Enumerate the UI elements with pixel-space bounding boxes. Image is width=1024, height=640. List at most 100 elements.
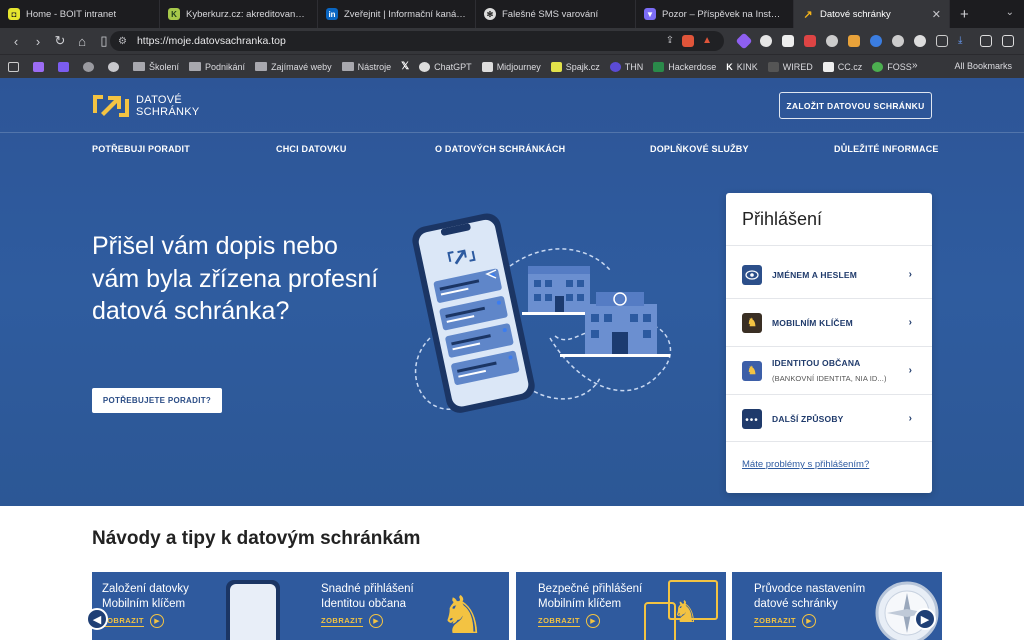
new-tab-icon[interactable]: + [960,6,969,23]
nav-item-want-mailbox[interactable]: CHCI DATOVKU [276,144,347,154]
apps-icon[interactable] [8,61,23,72]
tip-card[interactable]: Průvodce nastavením datové schránky ZOBR… [732,572,942,640]
puzzle-icon[interactable] [936,35,948,47]
bookmark-label: Podnikání [205,61,246,72]
tip-card[interactable]: Založení datovky Mobilním klíčem ZOBRAZI… [92,572,302,640]
tip-card-button[interactable]: ZOBRAZIT ▶ [321,614,383,628]
extension-icon[interactable] [826,35,838,47]
bookmark-foss[interactable]: FOSS [872,61,912,72]
create-mailbox-button[interactable]: ZALOŽIT DATOVOU SCHRÁNKU [779,92,932,119]
login-option-other[interactable]: ••• DALŠÍ ZPŮSOBY › [726,395,932,442]
bookmark-midjourney[interactable]: Midjourney [481,61,541,72]
all-bookmarks[interactable]: All Bookmarks [954,61,1012,71]
forward-icon[interactable]: › [28,34,48,49]
bookmark-folder-zajimave-weby[interactable]: Zajímavé weby [255,62,332,72]
extension-icon[interactable] [760,35,772,47]
brave-rewards-icon[interactable]: ▲ [702,35,712,47]
extension-icon[interactable] [804,35,816,47]
bookmark-folder-nastroje[interactable]: Nástroje [341,62,391,72]
folder-icon [341,62,354,71]
more-bookmarks-icon[interactable]: » [912,60,918,71]
extension-icon[interactable] [914,35,926,47]
wallet-icon[interactable] [1002,35,1014,47]
download-icon[interactable]: ⤓ [958,35,970,47]
bookmark-chatgpt[interactable]: ChatGPT [419,61,472,72]
bookmark-label: Zajímavé weby [271,61,332,72]
tab-boit[interactable]: ◘ Home - BOIT intranet [0,0,160,28]
bookmark-kink[interactable]: K KINK [726,62,758,72]
extension-icon[interactable] [735,32,753,50]
bookmark-label: CC.cz [837,61,863,72]
tab-linkedin[interactable]: in Zveřejnit | Informační kanál | Link [318,0,476,28]
extension-icon[interactable] [848,35,860,47]
reload-icon[interactable]: ↻ [50,33,70,49]
compass-icon [875,581,939,640]
folder-icon [133,62,145,71]
tips-carousel: Založení datovky Mobilním klíčem ZOBRAZI… [92,572,942,640]
tip-card-title: Snadné přihlášení Identitou občana [321,582,414,612]
tip-card-title-line2: datové schránky [754,598,838,610]
login-option-label: JMÉNEM A HESLEM [772,269,858,280]
tip-card-title: Založení datovky Mobilním klíčem [102,582,189,612]
tip-card-title: Průvodce nastavením datové schránky [754,582,865,612]
tab-sms[interactable]: ✻ Falešné SMS varování [476,0,636,28]
login-option-password[interactable]: JMÉNEM A HESLEM › [726,251,932,298]
tip-card-button[interactable]: ZOBRAZIT ▶ [102,614,164,628]
logo-mark-icon [93,95,129,117]
tip-card[interactable]: Bezpečné přihlášení Mobilním klíčem ZOBR… [516,572,726,640]
nav-item-important-info[interactable]: DŮLEŽITÉ INFORMACE [834,144,939,154]
tab-title: Falešné SMS varování [502,8,599,20]
address-bar[interactable]: ⚙ https://moje.datovsachranka.top ⇪ ▲ [110,31,724,51]
tip-card-title-line2: Mobilním klíčem [538,598,622,610]
tab-datove-schranky[interactable]: ↗ Datové schránky ✕ [794,0,950,28]
bookmark-cc[interactable]: CC.cz [822,61,863,72]
bookmark-hackerdose[interactable]: Hackerdose [653,61,716,72]
login-help-link[interactable]: Máte problémy s přihlášením? [742,459,869,470]
login-option-sublabel: (BANKOVNÍ IDENTITA, NIA ID...) [772,374,887,383]
need-advice-button[interactable]: POTŘEBUJETE PORADIT? [92,388,222,413]
logo-text: DATOVÉ SCHRÁNKY [136,94,200,118]
nav-item-about[interactable]: O DATOVÝCH SCHRÁNKÁCH [435,144,565,154]
datove-schranky-icon: ↗ [803,8,813,21]
gmail-icon[interactable] [33,61,48,72]
carousel-next-button[interactable]: ▶ [914,608,936,630]
shield-icon: ▼ [644,8,656,20]
tab-instagram[interactable]: ▼ Pozor – Příspěvek na Instagramu [636,0,794,28]
nav-item-services[interactable]: DOPLŇKOVÉ SLUŽBY [650,144,749,154]
site-logo[interactable]: DATOVÉ SCHRÁNKY [92,94,200,118]
page-content: DATOVÉ SCHRÁNKY ZALOŽIT DATOVOU SCHRÁNKU… [0,78,1024,640]
login-option-mobile-key[interactable]: ♞ MOBILNÍM KLÍČEM › [726,299,932,346]
home-icon[interactable]: ⌂ [72,34,92,49]
carousel-prev-button[interactable]: ◀ [86,608,108,630]
x-icon[interactable]: 𝕏 [401,61,409,72]
share-icon[interactable]: ⇪ [666,35,674,47]
sidebar-icon[interactable] [980,35,992,47]
brave-shield-icon[interactable] [682,35,695,47]
chevron-right-icon: › [908,365,912,376]
bookmark-thn[interactable]: THN [609,61,643,72]
foss-icon [872,61,884,72]
back-icon[interactable]: ‹ [6,34,26,49]
tab-kyberkurz[interactable]: K Kyberkurz.cz: akreditovaný on-li [160,0,318,28]
tip-card-button[interactable]: ZOBRAZIT ▶ [754,614,816,628]
hero-illustration [412,213,672,413]
hackerdose-icon [653,61,665,72]
bookmark-wired[interactable]: WIRED [767,61,813,72]
bookmark-spajk[interactable]: Spajk.cz [550,61,600,72]
purple-icon[interactable] [58,61,73,72]
extension-icon[interactable] [782,35,794,47]
bookmark-folder-skoleni[interactable]: Školení [133,62,179,72]
tab-search-chevron-icon[interactable]: ⌄ [1006,7,1014,18]
ghost-icon[interactable] [108,61,123,72]
login-option-citizen-identity[interactable]: ♞ IDENTITOU OBČANA (BANKOVNÍ IDENTITA, N… [726,347,932,394]
alien-icon[interactable] [83,61,98,72]
tip-card-title-line1: Snadné přihlášení [321,583,414,595]
bookmark-folder-podnikani[interactable]: Podnikání [189,62,245,72]
extension-icon[interactable] [892,35,904,47]
extension-icon[interactable] [870,35,882,47]
close-tab-icon[interactable]: ✕ [932,8,941,21]
nav-item-advise[interactable]: POTŘEBUJI PORADIT [92,144,190,154]
site-settings-icon[interactable]: ⚙ [118,36,127,47]
tip-card[interactable]: Snadné přihlášení Identitou občana ZOBRA… [299,572,509,640]
tip-card-button[interactable]: ZOBRAZIT ▶ [538,614,600,628]
